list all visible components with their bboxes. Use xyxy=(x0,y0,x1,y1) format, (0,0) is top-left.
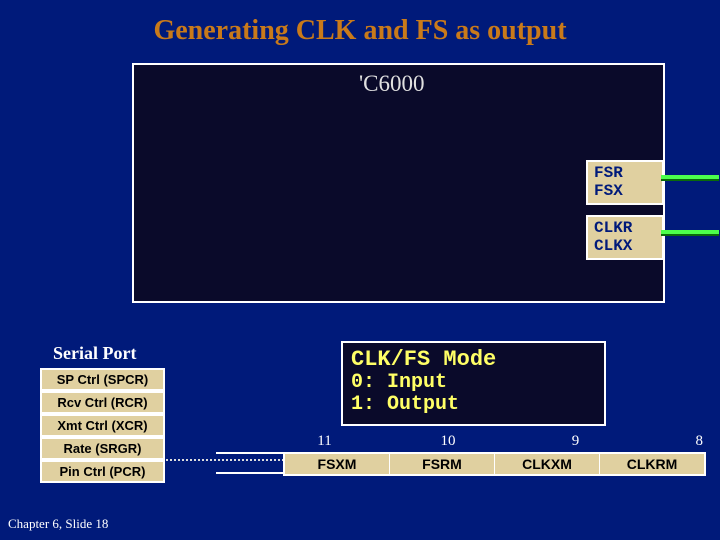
bit-number-row: 11 10 9 8 xyxy=(216,433,711,450)
pin-block-fs: FSR FSX xyxy=(586,160,664,205)
panel-title: Serial Port xyxy=(53,343,136,364)
panel-item-spcr: SP Ctrl (SPCR) xyxy=(40,368,165,391)
panel-item-srgr: Rate (SRGR) xyxy=(40,437,165,460)
panel-item-pcr: Pin Ctrl (PCR) xyxy=(40,460,165,483)
bitnum-8: 8 xyxy=(587,433,711,450)
bit-row-lead xyxy=(216,452,283,474)
footer-slide-ref: Chapter 6, Slide 18 xyxy=(8,516,108,532)
pin-clkx: CLKX xyxy=(594,238,656,256)
mode-line-1: 1: Output xyxy=(351,394,596,416)
mode-line-0: 0: Input xyxy=(351,372,596,394)
panel-item-rcr: Rcv Ctrl (RCR) xyxy=(40,391,165,414)
bitnum-10: 10 xyxy=(340,433,464,450)
device-box: 'C6000 FSR FSX CLKR CLKX xyxy=(132,63,665,303)
bit-clkxm: CLKXM xyxy=(495,454,600,474)
bit-clkrm: CLKRM xyxy=(600,454,704,474)
pin-block-clk: CLKR CLKX xyxy=(586,215,664,260)
io-arrow-fs xyxy=(661,175,719,181)
bitnum-9: 9 xyxy=(464,433,588,450)
page-title: Generating CLK and FS as output xyxy=(0,0,720,47)
pin-clkr: CLKR xyxy=(594,220,656,238)
pin-fsr: FSR xyxy=(594,165,656,183)
mode-box: CLK/FS Mode 0: Input 1: Output xyxy=(341,341,606,426)
mode-title: CLK/FS Mode xyxy=(351,347,596,372)
bit-fsxm: FSXM xyxy=(285,454,390,474)
pin-fsx: FSX xyxy=(594,183,656,201)
bit-fsrm: FSRM xyxy=(390,454,495,474)
io-arrow-clk xyxy=(661,230,719,236)
panel-list: SP Ctrl (SPCR) Rcv Ctrl (RCR) Xmt Ctrl (… xyxy=(40,368,165,483)
device-label: 'C6000 xyxy=(359,71,425,97)
bit-name-row: FSXM FSRM CLKXM CLKRM xyxy=(283,452,706,476)
bitnum-11: 11 xyxy=(216,433,340,450)
panel-item-xcr: Xmt Ctrl (XCR) xyxy=(40,414,165,437)
